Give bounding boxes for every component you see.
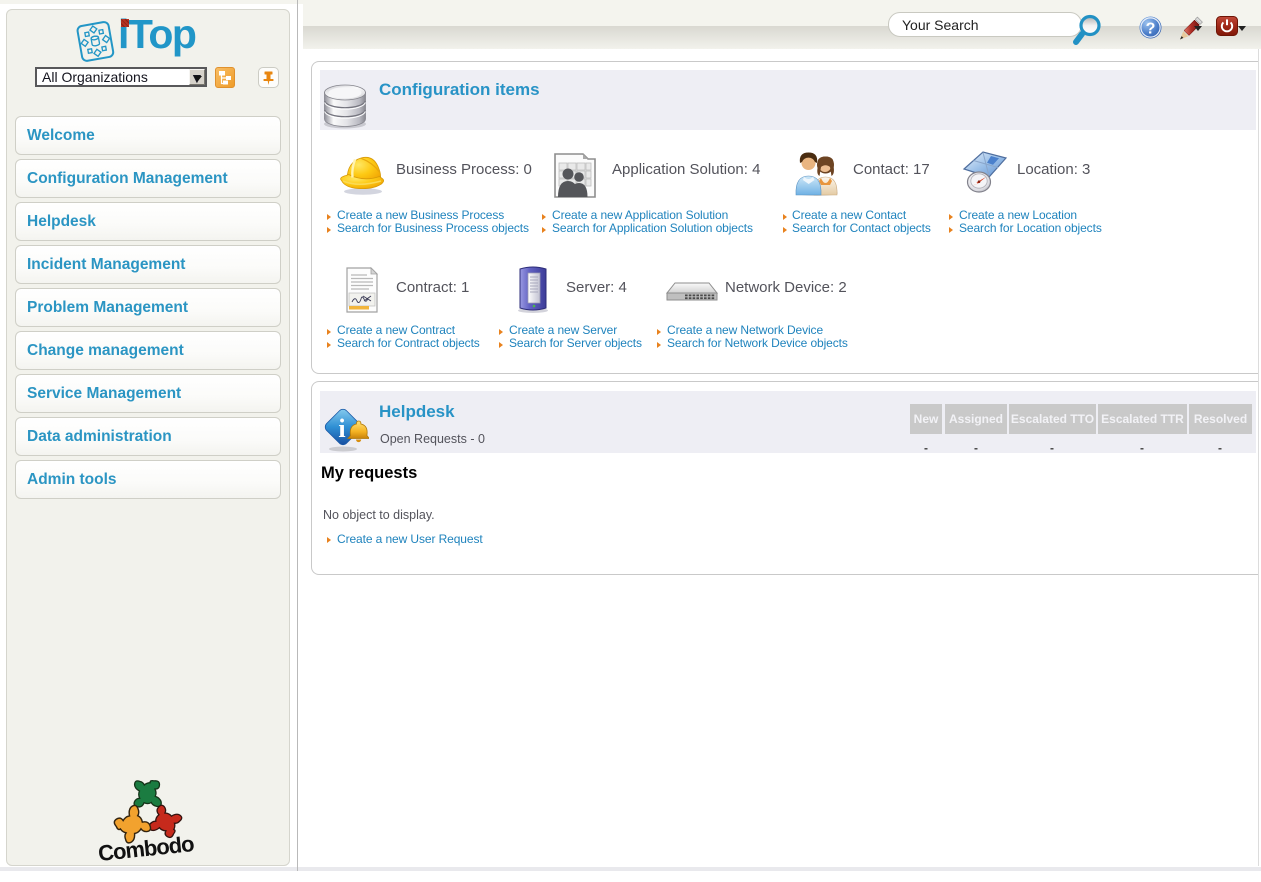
svg-text:?: ?: [1146, 21, 1156, 38]
svg-text:Combodo: Combodo: [97, 831, 195, 866]
svg-text:i: i: [338, 414, 345, 443]
